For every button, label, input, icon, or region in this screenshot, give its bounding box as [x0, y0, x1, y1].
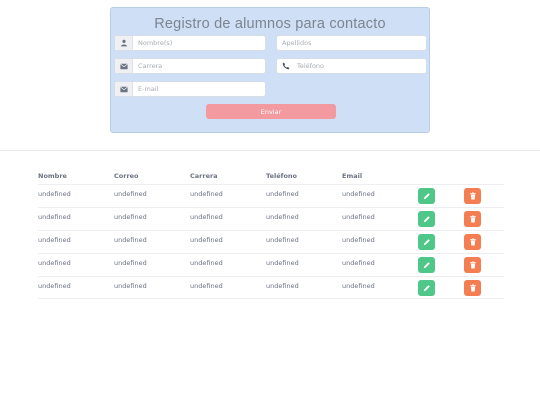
header-nombre: Nombre: [38, 171, 67, 180]
cell-nombre: undefined: [38, 259, 71, 267]
cell-email: undefined: [342, 259, 375, 267]
envelope-icon: [115, 59, 133, 73]
cell-correo: undefined: [114, 236, 147, 244]
carrera-field[interactable]: [114, 58, 266, 74]
telefono-input[interactable]: [295, 59, 426, 73]
cell-telefono: undefined: [266, 213, 299, 221]
cell-telefono: undefined: [266, 236, 299, 244]
cell-carrera: undefined: [190, 190, 223, 198]
section-divider: [0, 150, 540, 151]
trash-icon: [469, 238, 476, 246]
pencil-icon: [423, 284, 430, 291]
header-email: Email: [342, 171, 363, 180]
cell-telefono: undefined: [266, 259, 299, 267]
table-row: undefined undefined undefined undefined …: [38, 276, 504, 299]
cell-email: undefined: [342, 190, 375, 198]
trash-icon: [469, 215, 476, 223]
cell-correo: undefined: [114, 282, 147, 290]
table-header: Nombre Correo Carrera Teléfono Email: [38, 167, 504, 184]
cell-carrera: undefined: [190, 213, 223, 221]
nombre-input[interactable]: [133, 36, 265, 50]
cell-carrera: undefined: [190, 282, 223, 290]
delete-button[interactable]: [464, 257, 481, 273]
table-row: undefined undefined undefined undefined …: [38, 230, 504, 253]
header-correo: Correo: [114, 171, 139, 180]
email-field[interactable]: [114, 81, 266, 97]
cell-email: undefined: [342, 236, 375, 244]
edit-button[interactable]: [418, 211, 435, 227]
edit-button[interactable]: [418, 234, 435, 250]
trash-icon: [469, 261, 476, 269]
cell-email: undefined: [342, 282, 375, 290]
cell-telefono: undefined: [266, 282, 299, 290]
form-title: Registro de alumnos para contacto: [154, 16, 386, 32]
apellidos-input[interactable]: [277, 36, 426, 50]
carrera-input[interactable]: [133, 59, 265, 73]
cell-telefono: undefined: [266, 190, 299, 198]
phone-icon: [277, 59, 295, 73]
nombre-field[interactable]: [114, 35, 266, 51]
registration-form: Registro de alumnos para contacto Enviar: [110, 7, 430, 133]
edit-button[interactable]: [418, 257, 435, 273]
delete-button[interactable]: [464, 279, 481, 296]
delete-button[interactable]: [464, 234, 481, 250]
cell-nombre: undefined: [38, 236, 71, 244]
pencil-icon: [423, 239, 430, 246]
cell-nombre: undefined: [38, 190, 71, 198]
cell-carrera: undefined: [190, 236, 223, 244]
submit-button[interactable]: Enviar: [206, 104, 336, 119]
cell-nombre: undefined: [38, 213, 71, 221]
delete-button[interactable]: [464, 188, 481, 204]
cell-carrera: undefined: [190, 259, 223, 267]
table-row: undefined undefined undefined undefined …: [38, 253, 504, 276]
telefono-field[interactable]: [276, 58, 427, 74]
cell-correo: undefined: [114, 190, 147, 198]
trash-icon: [469, 192, 476, 200]
envelope-icon: [115, 82, 133, 96]
user-icon: [115, 36, 133, 50]
cell-nombre: undefined: [38, 282, 71, 290]
pencil-icon: [423, 193, 430, 200]
edit-button[interactable]: [418, 279, 435, 296]
header-carrera: Carrera: [190, 171, 218, 180]
cell-email: undefined: [342, 213, 375, 221]
delete-button[interactable]: [464, 211, 481, 227]
pencil-icon: [423, 216, 430, 223]
edit-button[interactable]: [418, 188, 435, 204]
trash-icon: [469, 283, 476, 291]
apellidos-field[interactable]: [276, 35, 427, 51]
header-telefono: Teléfono: [266, 171, 298, 180]
cell-correo: undefined: [114, 213, 147, 221]
table-row: undefined undefined undefined undefined …: [38, 184, 504, 207]
table-row: undefined undefined undefined undefined …: [38, 207, 504, 230]
pencil-icon: [423, 262, 430, 269]
contacts-table: Nombre Correo Carrera Teléfono Email und…: [38, 167, 504, 299]
email-input[interactable]: [133, 82, 265, 96]
cell-correo: undefined: [114, 259, 147, 267]
